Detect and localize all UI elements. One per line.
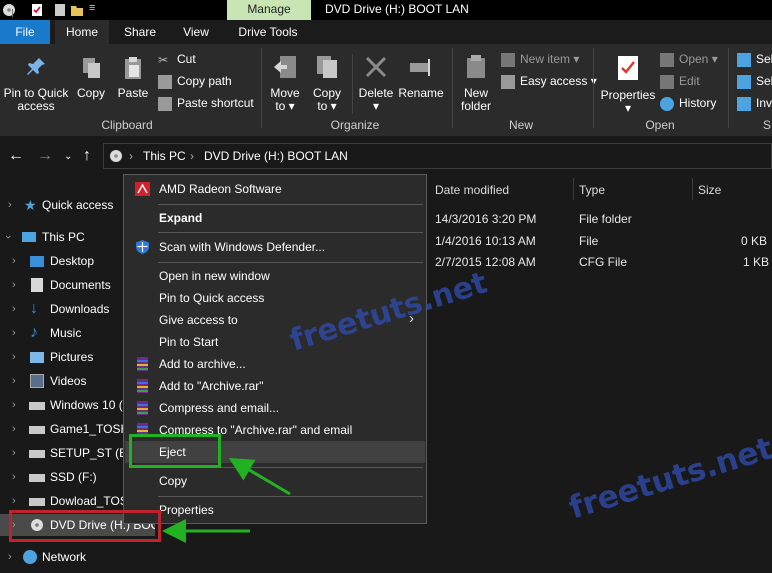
arrow-to-eject xyxy=(228,457,291,496)
